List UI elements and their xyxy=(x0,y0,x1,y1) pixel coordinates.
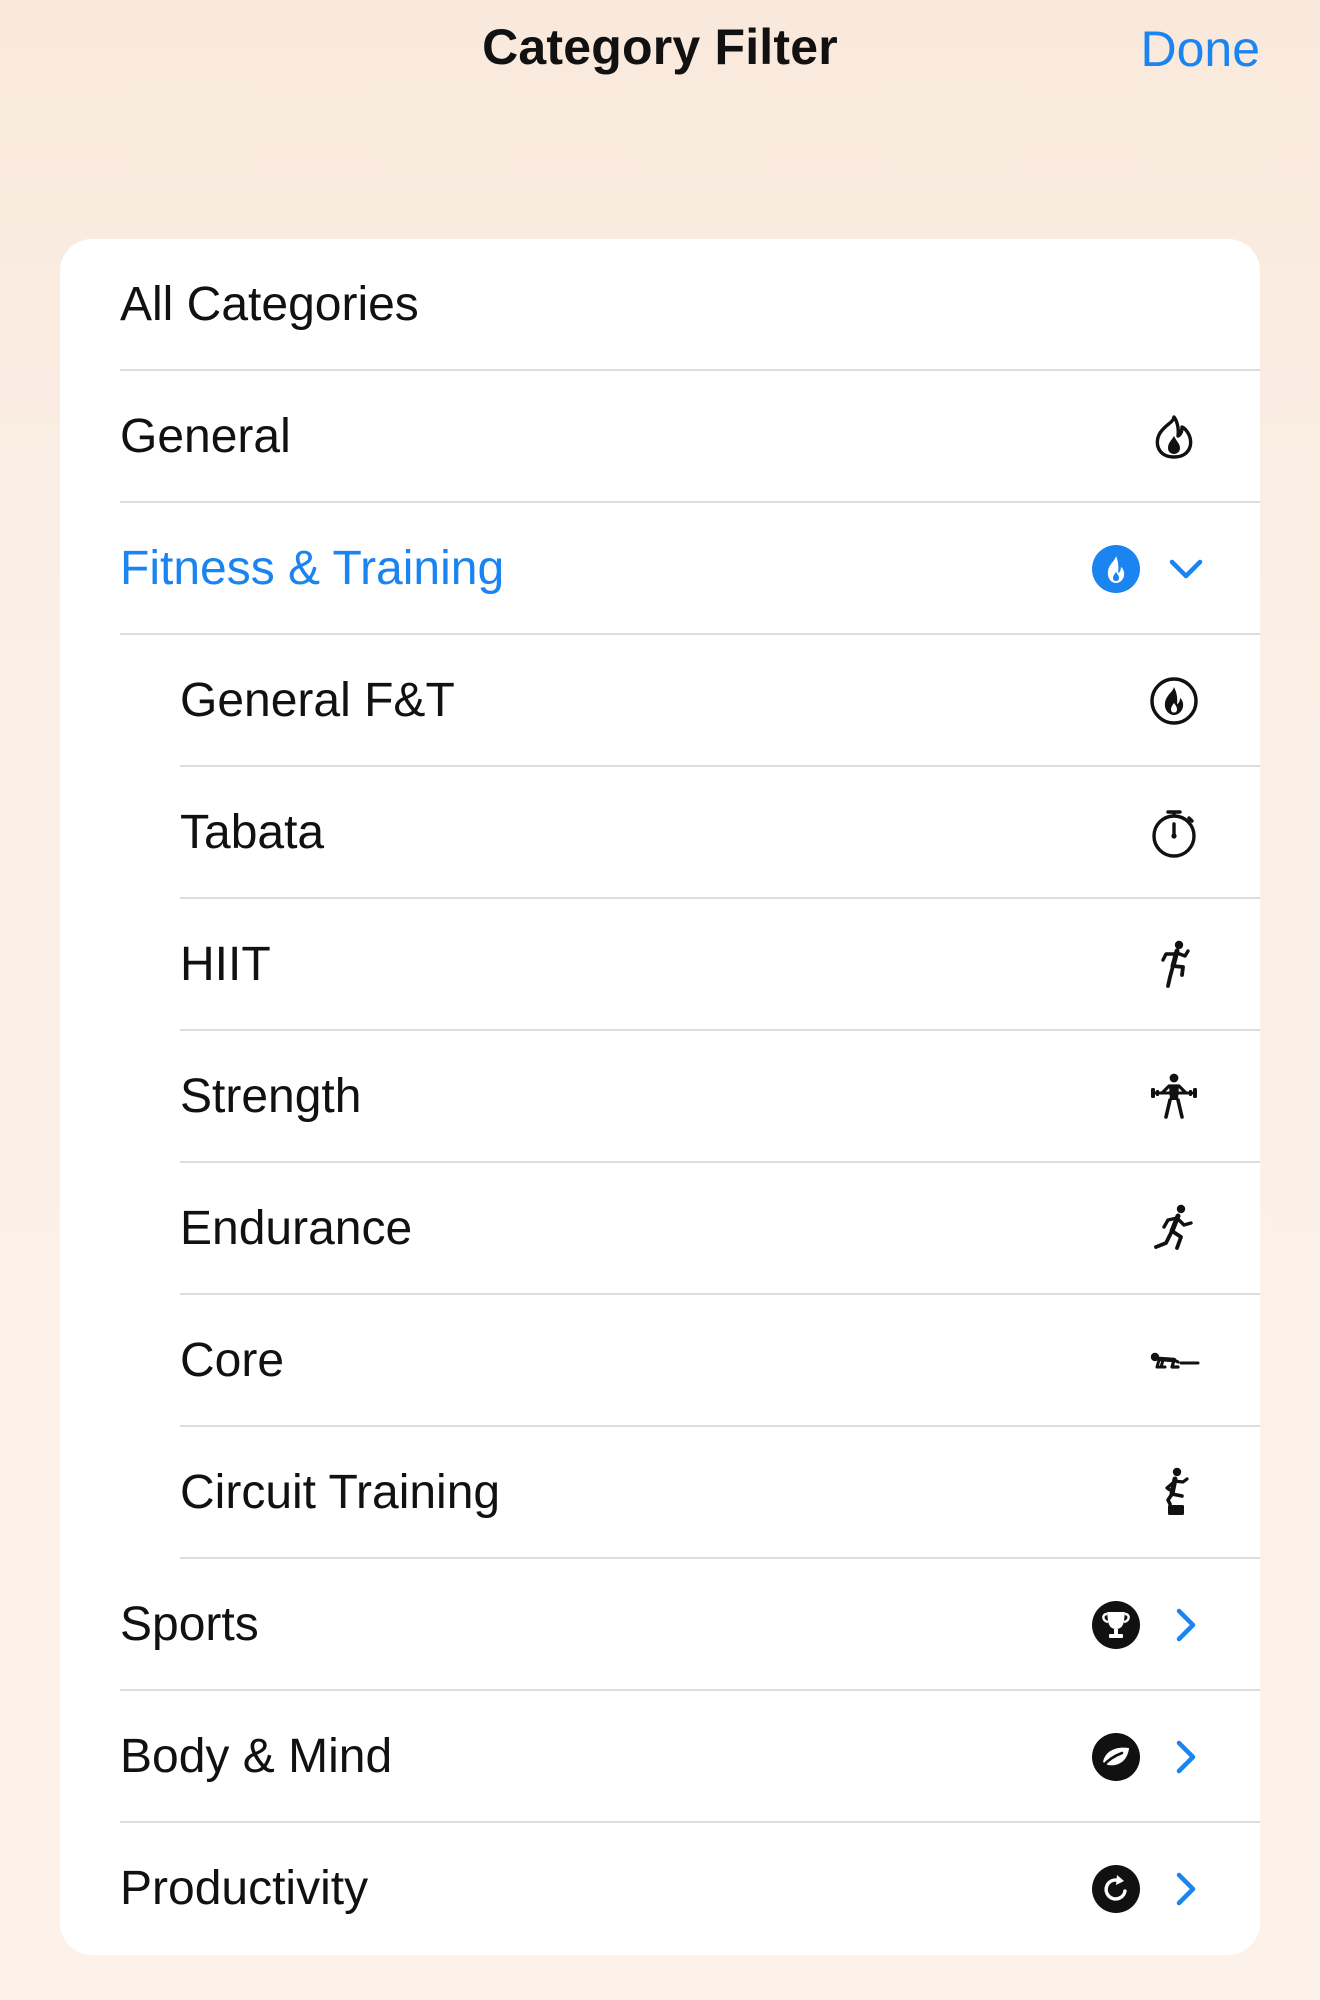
category-label: General F&T xyxy=(180,674,455,727)
category-label: All Categories xyxy=(120,278,419,331)
running-figure-icon xyxy=(1154,1204,1193,1250)
category-label: Sports xyxy=(120,1598,259,1651)
category-label: Tabata xyxy=(180,806,325,859)
category-label: Core xyxy=(180,1334,285,1387)
trophy-circle-icon xyxy=(1092,1601,1140,1649)
flame-circle-icon xyxy=(1155,415,1193,459)
category-label: HIIT xyxy=(180,938,271,991)
category-row-productivity[interactable]: Productivity xyxy=(60,1823,1260,1955)
category-label: Endurance xyxy=(180,1202,413,1255)
stopwatch-icon xyxy=(1152,810,1196,858)
category-label: General xyxy=(120,410,291,463)
category-label: Fitness & Training xyxy=(120,542,505,595)
category-row-circuit-training[interactable]: Circuit Training xyxy=(60,1427,1260,1559)
flame-circle-filled-icon xyxy=(1092,545,1140,593)
category-label: Strength xyxy=(180,1070,362,1123)
category-list: All Categories General Fitness & Trainin… xyxy=(60,239,1260,1955)
page-title: Category Filter xyxy=(482,19,838,75)
navigation-bar: Category Filter Done xyxy=(0,0,1320,110)
category-row-fitness-training[interactable]: Fitness & Training xyxy=(60,503,1260,635)
category-row-sports[interactable]: Sports xyxy=(60,1559,1260,1691)
leaf-circle-icon xyxy=(1092,1733,1140,1781)
category-row-endurance[interactable]: Endurance xyxy=(60,1163,1260,1295)
done-button[interactable]: Done xyxy=(1140,20,1260,78)
category-row-all-categories[interactable]: All Categories xyxy=(60,239,1260,371)
chevron-down-icon xyxy=(1169,559,1203,579)
category-row-general[interactable]: General xyxy=(60,371,1260,503)
step-up-figure-icon xyxy=(1165,1467,1189,1515)
category-label: Productivity xyxy=(120,1862,369,1915)
flame-ring-icon xyxy=(1150,677,1198,725)
category-row-tabata[interactable]: Tabata xyxy=(60,767,1260,899)
category-label: Circuit Training xyxy=(180,1466,501,1519)
plank-figure-icon xyxy=(1150,1352,1200,1369)
category-row-hiit[interactable]: HIIT xyxy=(60,899,1260,1031)
chevron-right-icon xyxy=(1176,1872,1196,1906)
high-knees-figure-icon xyxy=(1161,940,1190,988)
chevron-right-icon xyxy=(1176,1740,1196,1774)
refresh-circle-icon xyxy=(1092,1865,1140,1913)
category-row-body-mind[interactable]: Body & Mind xyxy=(60,1691,1260,1823)
category-row-strength[interactable]: Strength xyxy=(60,1031,1260,1163)
category-label: Body & Mind xyxy=(120,1730,393,1783)
weightlifting-figure-icon xyxy=(1151,1073,1197,1119)
chevron-right-icon xyxy=(1176,1608,1196,1642)
category-row-core[interactable]: Core xyxy=(60,1295,1260,1427)
category-row-general-ft[interactable]: General F&T xyxy=(60,635,1260,767)
